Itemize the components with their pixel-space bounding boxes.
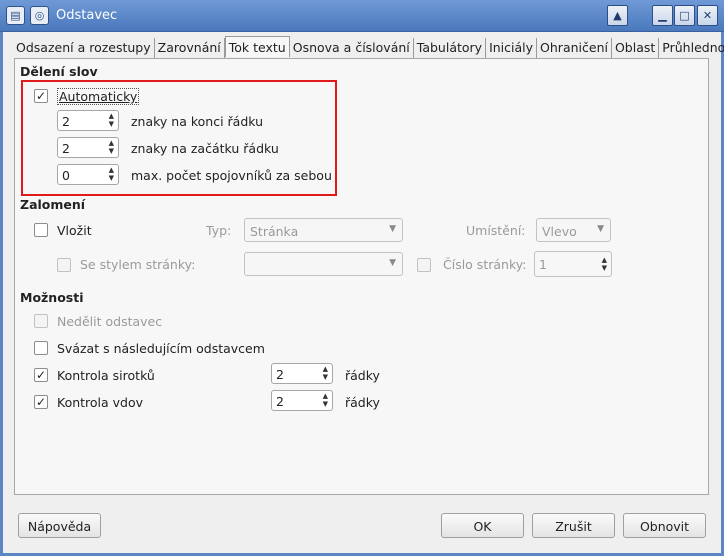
widow-control-checkbox[interactable]: ✓ (34, 395, 48, 409)
widow-control-label: Kontrola vdov (57, 395, 144, 410)
break-position-value: Vlevo (542, 224, 577, 239)
orphan-lines-value: 2 (276, 367, 284, 382)
tab-tabs[interactable]: Tabulátory (414, 38, 487, 58)
chevron-down-icon: ▼ (389, 258, 396, 268)
section-hyphenation-title: Dělení slov (20, 64, 98, 79)
shade-button[interactable]: ▲ (607, 5, 628, 26)
orphan-control-label: Kontrola sirotků (57, 368, 155, 383)
ok-button[interactable]: OK (441, 513, 524, 538)
keep-next-checkbox[interactable] (34, 341, 48, 355)
insert-break-checkbox[interactable] (34, 223, 48, 237)
chevron-down-icon: ▼ (597, 224, 604, 234)
page-style-dropdown[interactable]: ▼ (244, 252, 403, 276)
widow-unit-label: řádky (345, 395, 380, 410)
with-page-style-label: Se stylem stránky: (80, 257, 196, 272)
window-title: Odstavec (56, 8, 118, 23)
help-button[interactable]: Nápověda (18, 513, 101, 538)
break-type-dropdown[interactable]: Stránka ▼ (244, 218, 403, 242)
orphan-control-checkbox[interactable]: ✓ (34, 368, 48, 382)
pin-icon[interactable]: ◎ (30, 6, 49, 25)
spin-arrows-icon[interactable]: ▲ ▼ (602, 256, 607, 272)
page-number-value: 1 (539, 257, 547, 272)
with-page-style-checkbox[interactable] (57, 258, 71, 272)
orphan-lines-spinner[interactable]: 2 ▲ ▼ (271, 363, 333, 384)
spin-arrows-icon[interactable]: ▲ ▼ (323, 365, 328, 381)
page-number-spinner[interactable]: 1 ▲ ▼ (534, 251, 612, 277)
spin-arrows-icon[interactable]: ▲ ▼ (323, 392, 328, 408)
widow-lines-value: 2 (276, 394, 284, 409)
reset-button[interactable]: Obnovit (623, 513, 706, 538)
break-type-value: Stránka (250, 224, 299, 239)
break-type-label: Typ: (206, 223, 232, 238)
tab-bar: Odsazení a rozestupy Zarovnání Tok textu… (13, 36, 724, 58)
break-position-dropdown[interactable]: Vlevo ▼ (536, 218, 611, 242)
tab-drop-caps[interactable]: Iniciály (486, 38, 538, 58)
tab-borders[interactable]: Ohraničení (537, 38, 612, 58)
minimize-button[interactable]: ▁ (652, 5, 673, 26)
tab-transparency[interactable]: Průhlednost (659, 38, 724, 58)
chevron-down-icon: ▼ (389, 224, 396, 234)
break-position-label: Umístění: (466, 223, 526, 238)
insert-break-label: Vložit (57, 223, 92, 238)
maximize-button[interactable]: □ (674, 5, 695, 26)
keep-next-label: Svázat s následujícím odstavcem (57, 341, 265, 356)
section-options-title: Možnosti (20, 290, 84, 305)
tab-alignment[interactable]: Zarovnání (155, 38, 225, 58)
dialog-body: Odsazení a rozestupy Zarovnání Tok textu… (3, 32, 724, 553)
tab-area[interactable]: Oblast (612, 38, 660, 58)
page-number-label: Číslo stránky: (443, 257, 527, 272)
section-breaks-title: Zalomení (20, 197, 86, 212)
no-split-label: Nedělit odstavec (57, 314, 163, 329)
document-icon[interactable]: ▤ (6, 6, 25, 25)
page-number-checkbox[interactable] (417, 258, 431, 272)
close-button[interactable]: ✕ (697, 5, 718, 26)
orphan-unit-label: řádky (345, 368, 380, 383)
tab-outline-numbering[interactable]: Osnova a číslování (290, 38, 414, 58)
title-bar: ▤ ◎ Odstavec ▲ ▁ □ ✕ (0, 0, 724, 32)
no-split-checkbox[interactable] (34, 314, 48, 328)
cancel-button[interactable]: Zrušit (532, 513, 615, 538)
tab-text-flow[interactable]: Tok textu (224, 36, 290, 57)
widow-lines-spinner[interactable]: 2 ▲ ▼ (271, 390, 333, 411)
highlight-box (21, 80, 337, 196)
tab-indents-spacing[interactable]: Odsazení a rozestupy (13, 38, 155, 58)
